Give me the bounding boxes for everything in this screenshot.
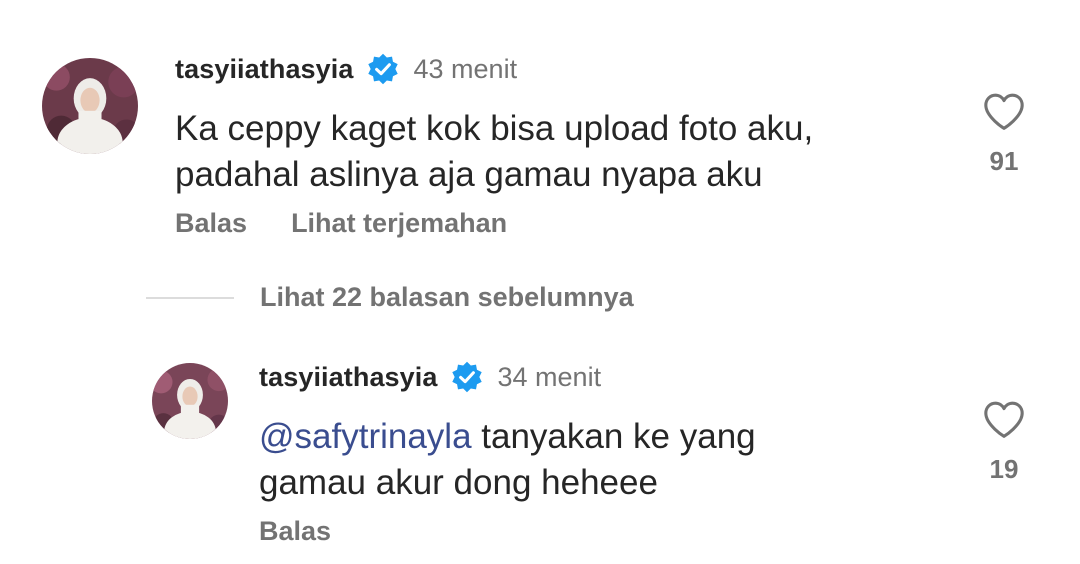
username[interactable]: tasyiiathasyia [259, 362, 438, 393]
comment-header: tasyiiathasyia 43 menit [175, 52, 517, 86]
like-control: 19 [974, 400, 1034, 485]
username[interactable]: tasyiiathasyia [175, 54, 354, 85]
avatar[interactable] [152, 363, 228, 439]
comment-text-line: padahal aslinya aja gamau nyapa aku [175, 155, 763, 194]
view-replies-label: Lihat 22 balasan sebelumnya [260, 282, 634, 312]
avatar-image [152, 363, 228, 439]
like-control: 91 [974, 92, 1034, 177]
divider-line [146, 296, 234, 299]
reply-button[interactable]: Balas [175, 208, 247, 239]
verified-badge-icon [450, 360, 484, 394]
timestamp: 34 menit [497, 361, 602, 392]
reply-button[interactable]: Balas [259, 516, 331, 547]
comment-text-line: @safytrinayla tanyakan ke yang [259, 414, 756, 460]
heart-outline-icon[interactable] [974, 92, 1034, 132]
verified-badge-icon [366, 52, 400, 86]
view-previous-replies-button[interactable]: Lihat 22 balasan sebelumnya [146, 282, 634, 313]
comment-text-line: gamau akur dong heheee [259, 463, 658, 502]
comment-actions: Balas [259, 516, 331, 547]
avatar[interactable] [42, 58, 138, 154]
comment-actions: Balas Lihat terjemahan [175, 208, 507, 239]
comment-text-rest: tanyakan ke yang [471, 417, 756, 456]
mention-link[interactable]: @safytrinayla [259, 417, 472, 456]
comment-text-line: Ka ceppy kaget kok bisa upload foto aku, [175, 109, 814, 148]
timestamp: 43 menit [413, 53, 518, 84]
comment-text: Ka ceppy kaget kok bisa upload foto aku,… [175, 106, 813, 198]
see-translation-button[interactable]: Lihat terjemahan [291, 208, 507, 239]
heart-outline-icon[interactable] [974, 400, 1034, 440]
comment-text: @safytrinayla tanyakan ke yang gamau aku… [259, 414, 756, 506]
avatar-image [42, 58, 138, 154]
like-count: 91 [989, 146, 1019, 176]
comment-header: tasyiiathasyia 34 menit [259, 360, 601, 394]
like-count: 19 [989, 454, 1019, 484]
